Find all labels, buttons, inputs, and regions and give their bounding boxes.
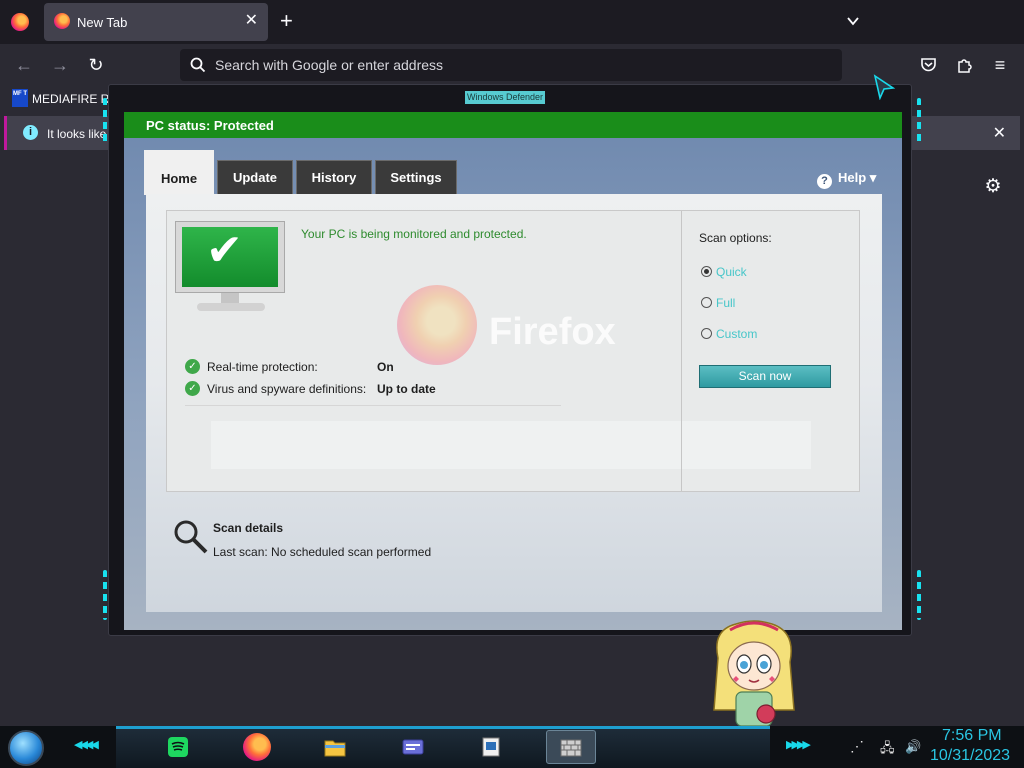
tab-title: New Tab xyxy=(77,15,128,30)
tab-home[interactable]: Home xyxy=(144,150,214,195)
spotify-icon xyxy=(168,737,188,757)
address-placeholder: Search with Google or enter address xyxy=(215,57,444,73)
taskbar: ◀◀◀◀ ▶▶▶▶ ⋰ 🖧 🔊 xyxy=(0,726,1024,768)
address-bar[interactable]: Search with Google or enter address xyxy=(180,49,842,81)
mouse-cursor-icon xyxy=(873,74,896,100)
id-card-icon xyxy=(402,739,424,755)
magnifier-icon xyxy=(174,520,208,554)
customize-newtab-gear-icon[interactable]: ⚙ xyxy=(983,177,1003,197)
firefox-app[interactable] xyxy=(240,730,274,764)
help-icon: ? xyxy=(817,174,832,189)
volume-icon[interactable]: 🔊 xyxy=(905,739,921,755)
faded-info-box xyxy=(211,421,811,469)
scan-option-custom-label: Custom xyxy=(716,327,758,341)
reload-button[interactable]: ↻ xyxy=(85,54,107,76)
definitions-label: Virus and spyware definitions: xyxy=(207,382,367,396)
scan-options-title: Scan options: xyxy=(699,231,772,245)
pocket-icon[interactable] xyxy=(920,56,937,73)
list-all-tabs-icon[interactable] xyxy=(846,14,860,28)
firewall-icon xyxy=(560,739,582,757)
scan-details-title: Scan details xyxy=(213,521,284,535)
radio-icon[interactable] xyxy=(701,328,712,339)
show-hidden-icons-icon[interactable]: ⋰ xyxy=(850,738,864,755)
status-panel: ✔ Your PC is being monitored and protect… xyxy=(166,210,860,492)
notepad-icon xyxy=(482,737,500,757)
new-tab-button[interactable]: + xyxy=(280,10,293,32)
realtime-protection-value: On xyxy=(377,360,394,374)
start-button[interactable] xyxy=(8,730,44,766)
check-circle-icon: ✓ xyxy=(185,381,200,396)
tab-new-tab[interactable]: New Tab ✕ xyxy=(44,3,268,41)
chevron-down-icon: ▾ xyxy=(869,170,877,185)
tab-settings[interactable]: Settings xyxy=(375,160,457,194)
check-circle-icon: ✓ xyxy=(185,359,200,374)
help-label: Help xyxy=(838,170,867,185)
frame-glow-decoration xyxy=(917,98,921,144)
spotify-app[interactable] xyxy=(161,730,195,764)
firefox-watermark-text: Firefox xyxy=(489,311,616,353)
taskbar-decoration: ▶▶▶▶ xyxy=(786,739,811,751)
taskbar-decoration: ◀◀◀◀ xyxy=(74,739,99,751)
desktop-character-mascot xyxy=(713,620,795,727)
pc-status: PC status: Protected xyxy=(146,118,274,133)
tab-bar: New Tab ✕ + xyxy=(0,0,1024,44)
frame-glow-decoration xyxy=(103,98,107,144)
extensions-icon[interactable] xyxy=(956,56,973,73)
scan-option-quick-label: Quick xyxy=(716,265,747,279)
file-explorer-app[interactable] xyxy=(318,730,352,764)
close-tab-icon[interactable]: ✕ xyxy=(245,12,258,30)
forward-button[interactable]: → xyxy=(49,54,71,76)
network-icon[interactable]: 🖧 xyxy=(880,739,895,761)
status-bar: PC status: Protected xyxy=(124,112,902,138)
tab-history[interactable]: History xyxy=(296,160,372,194)
firefox-icon xyxy=(243,733,271,761)
clock-date[interactable]: 10/31/2023 xyxy=(930,747,1010,765)
help-menu[interactable]: ? Help ▾ xyxy=(817,170,876,189)
last-scan-text: Last scan: No scheduled scan performed xyxy=(213,545,432,559)
close-notification-icon[interactable]: ✕ xyxy=(993,123,1006,143)
home-content: ✔ Your PC is being monitored and protect… xyxy=(146,194,882,612)
taskbar-app-band xyxy=(116,726,770,768)
folder-icon xyxy=(324,740,346,757)
radio-selected-icon[interactable] xyxy=(701,266,712,277)
clock-time[interactable]: 7:56 PM xyxy=(942,727,1002,745)
id-card-app[interactable] xyxy=(396,730,430,764)
protected-monitor-icon: ✔ xyxy=(175,221,287,321)
firewall-app[interactable] xyxy=(546,730,596,764)
realtime-protection-label: Real-time protection: xyxy=(207,360,318,374)
back-button[interactable]: ← xyxy=(13,54,35,76)
firefox-tab-icon xyxy=(54,13,70,29)
tab-update[interactable]: Update xyxy=(217,160,293,194)
window-title: Windows Defender xyxy=(465,91,546,104)
panel-divider xyxy=(681,211,682,491)
nav-bar: ← → ↻ Search with Google or enter addres… xyxy=(0,44,1024,86)
divider xyxy=(185,405,561,406)
firefox-menu-icon[interactable] xyxy=(11,13,29,31)
app-menu-icon[interactable]: ≡ xyxy=(989,54,1011,76)
notification-text: It looks like xyxy=(47,127,107,141)
notepad-app[interactable] xyxy=(474,730,508,764)
windows-defender-window: PC status: Protected Home Update History… xyxy=(124,112,902,630)
search-icon xyxy=(190,57,206,73)
frame-glow-decoration xyxy=(917,570,921,620)
radio-icon[interactable] xyxy=(701,297,712,308)
firefox-watermark-logo xyxy=(397,285,477,365)
scan-option-full-label: Full xyxy=(716,296,736,310)
frame-glow-decoration xyxy=(103,570,107,620)
definitions-value: Up to date xyxy=(377,382,436,396)
protected-message: Your PC is being monitored and protected… xyxy=(301,227,527,241)
mediafire-bookmark-icon: MF T xyxy=(12,89,28,107)
bookmark-mediafire[interactable]: MEDIAFIRE R xyxy=(32,92,109,106)
scan-now-button[interactable]: Scan now xyxy=(699,365,831,388)
info-icon: i xyxy=(23,125,38,140)
